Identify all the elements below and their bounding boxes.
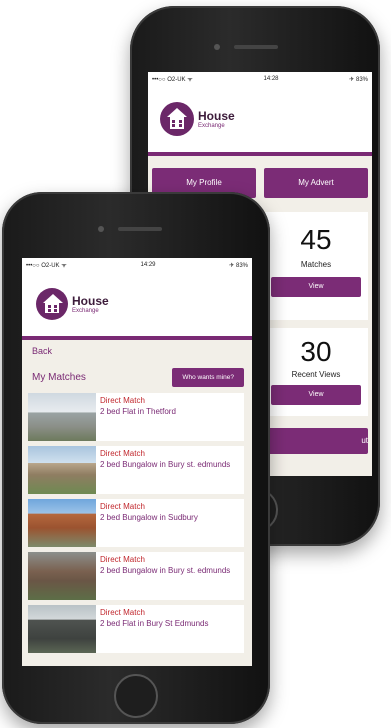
logo-title: House [72,294,109,308]
carrier-text: •••○○ O2-UK ᯤ [152,77,193,83]
status-bar: •••○○ O2-UK ᯤ 14:29 ✈ 83% [22,258,252,272]
who-wants-mine-button[interactable]: Who wants mine? [172,368,244,387]
matches-view-button[interactable]: View [271,277,361,297]
list-item[interactable]: Direct Match 2 bed Bungalow in Bury st. … [28,552,244,600]
status-bar: •••○○ O2-UK ᯤ 14:28 ✈ 83% [148,72,372,86]
recent-views-tile: 30 Recent Views View [264,328,368,416]
front-phone: •••○○ O2-UK ᯤ 14:29 ✈ 83% House Exchange… [2,192,270,724]
list-item[interactable]: Direct Match 2 bed Bungalow in Sudbury [28,499,244,547]
property-description: 2 bed Bungalow in Sudbury [100,513,198,522]
time-text: 14:29 [140,262,156,268]
recent-views-label: Recent Views [291,370,341,379]
house-exchange-logo-icon [160,102,194,136]
battery-text: ✈ 83% [349,76,368,83]
match-type: Direct Match [100,502,145,511]
earpiece-speaker [234,45,278,49]
match-type: Direct Match [100,555,145,564]
house-exchange-logo-icon [36,288,68,320]
recent-views-count: 30 [300,336,332,367]
property-description: 2 bed Flat in Thetford [100,407,176,416]
logo-title: House [198,109,235,123]
battery-text: ✈ 83% [229,262,248,269]
front-camera [98,226,104,232]
property-photo [28,552,96,600]
match-type: Direct Match [100,396,145,405]
list-item[interactable]: Direct Match 2 bed Flat in Bury St Edmun… [28,605,244,653]
property-photo [28,393,96,441]
my-advert-button[interactable]: My Advert [264,168,368,198]
logo-text: House Exchange [72,294,109,314]
property-description: 2 bed Bungalow in Bury st. edmunds [100,460,231,469]
front-camera [214,44,220,50]
recent-views-view-button[interactable]: View [271,385,361,405]
matches-list: Direct Match 2 bed Flat in Thetford Dire… [22,393,252,653]
match-type: Direct Match [100,449,145,458]
matches-tile: 45 Matches View [264,212,368,320]
matches-label: Matches [300,260,332,269]
back-link[interactable]: Back [22,340,252,362]
matches-header: My Matches Who wants mine? [22,362,252,393]
list-item[interactable]: Direct Match 2 bed Flat in Thetford [28,393,244,441]
matches-count: 45 [300,224,332,255]
match-type: Direct Match [100,608,145,617]
logo-subtitle: Exchange [72,308,99,314]
time-text: 14:28 [263,76,279,82]
property-photo [28,499,96,547]
home-button[interactable] [114,674,158,718]
logo-subtitle: Exchange [198,123,225,129]
earpiece-speaker [118,227,162,231]
property-description: 2 bed Flat in Bury St Edmunds [100,619,209,628]
property-photo [28,446,96,494]
header: House Exchange [22,272,252,340]
property-photo [28,605,96,653]
my-matches-title: My Matches [32,372,86,383]
list-item[interactable]: Direct Match 2 bed Bungalow in Bury st. … [28,446,244,494]
logo-text: House Exchange [198,109,235,129]
property-description: 2 bed Bungalow in Bury st. edmunds [100,566,231,575]
front-phone-screen: •••○○ O2-UK ᯤ 14:29 ✈ 83% House Exchange… [22,258,252,666]
header: House Exchange [148,86,372,156]
carrier-text: •••○○ O2-UK ᯤ [26,263,67,269]
